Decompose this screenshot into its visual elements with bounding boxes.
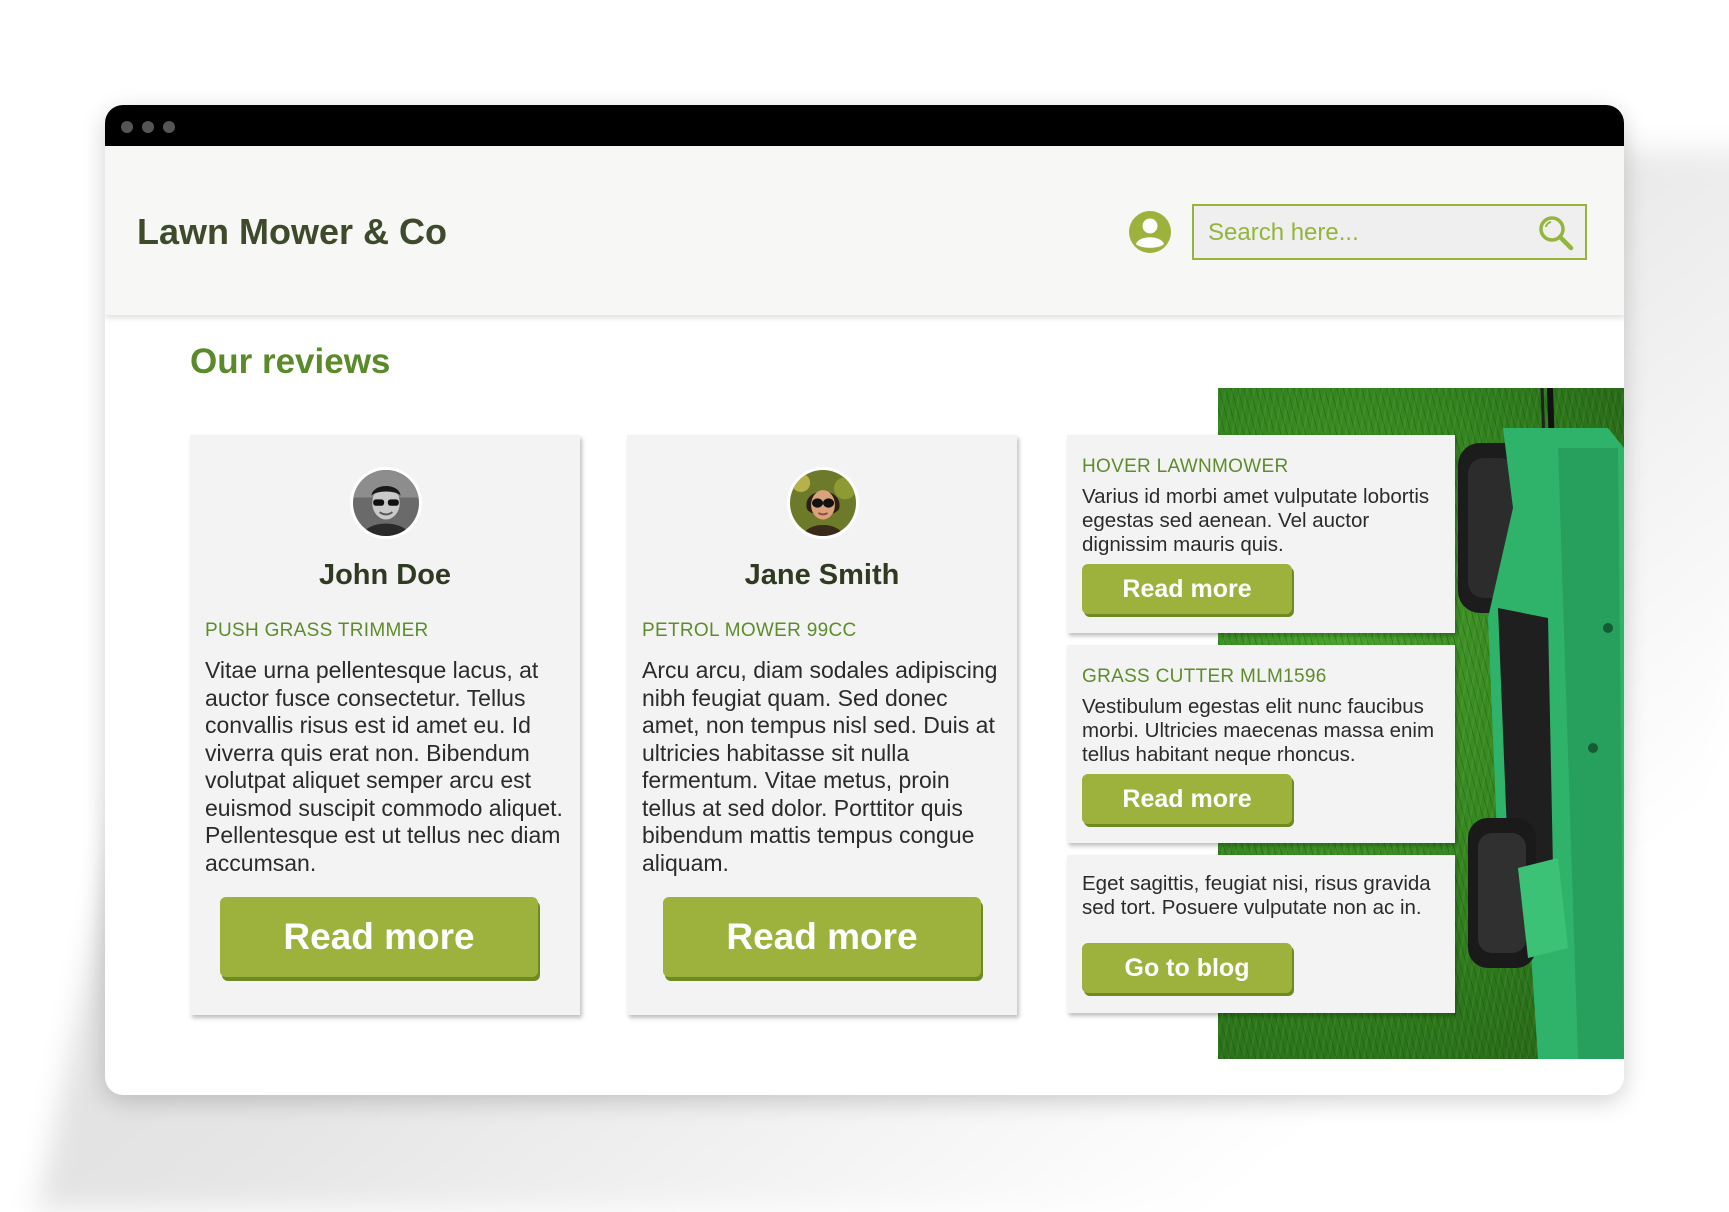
read-more-button[interactable]: Read more — [220, 897, 538, 977]
reviewer-photo — [353, 470, 419, 536]
blog-card: Eget sagittis, feugiat nisi, risus gravi… — [1067, 855, 1455, 1013]
reviewer-name: John Doe — [318, 559, 452, 591]
read-more-button[interactable]: Read more — [1082, 564, 1292, 614]
product-card-text: Varius id morbi amet vulputate lobortis … — [1082, 485, 1430, 556]
product-card: HOVER LAWNMOWER Varius id morbi amet vul… — [1067, 435, 1455, 633]
user-icon[interactable] — [1128, 210, 1172, 254]
window-dot-minimize[interactable] — [142, 121, 154, 133]
window-dot-close[interactable] — [121, 121, 133, 133]
browser-window: Lawn Mower & Co Our reviews — [105, 105, 1624, 1095]
read-more-button[interactable]: Read more — [1082, 774, 1292, 824]
review-text: Vitae urna pellentesque lacus, at auctor… — [205, 657, 563, 876]
product-card-title: HOVER LAWNMOWER — [1082, 456, 1289, 477]
product-name: PUSH GRASS TRIMMER — [205, 620, 429, 641]
section-title: Our reviews — [190, 342, 391, 381]
read-more-button[interactable]: Read more — [663, 897, 981, 977]
avatar — [350, 467, 422, 539]
product-card: GRASS CUTTER MLM1596 Vestibulum egestas … — [1067, 645, 1455, 843]
lawn-mower-image — [1458, 388, 1624, 1059]
go-to-blog-button[interactable]: Go to blog — [1082, 943, 1292, 993]
review-text: Arcu arcu, diam sodales adipiscing nibh … — [642, 657, 998, 876]
brand-logo[interactable]: Lawn Mower & Co — [137, 214, 447, 250]
window-titlebar — [105, 105, 1624, 146]
review-card: John Doe PUSH GRASS TRIMMER Vitae urna p… — [190, 435, 580, 1015]
review-card: Jane Smith PETROL MOWER 99CC Arcu arcu, … — [627, 435, 1017, 1015]
avatar — [787, 467, 859, 539]
product-card-title: GRASS CUTTER MLM1596 — [1082, 666, 1327, 687]
product-name: PETROL MOWER 99CC — [642, 620, 857, 641]
site-header: Lawn Mower & Co — [105, 146, 1624, 315]
search-input[interactable] — [1206, 206, 1530, 260]
reviewer-name: Jane Smith — [744, 559, 900, 591]
reviewer-photo — [790, 470, 856, 536]
window-dot-maximize[interactable] — [163, 121, 175, 133]
search-box — [1192, 204, 1587, 260]
product-card-text: Vestibulum egestas elit nunc faucibus mo… — [1082, 695, 1435, 766]
blog-card-text: Eget sagittis, feugiat nisi, risus gravi… — [1082, 872, 1431, 919]
search-icon[interactable] — [1537, 214, 1575, 252]
